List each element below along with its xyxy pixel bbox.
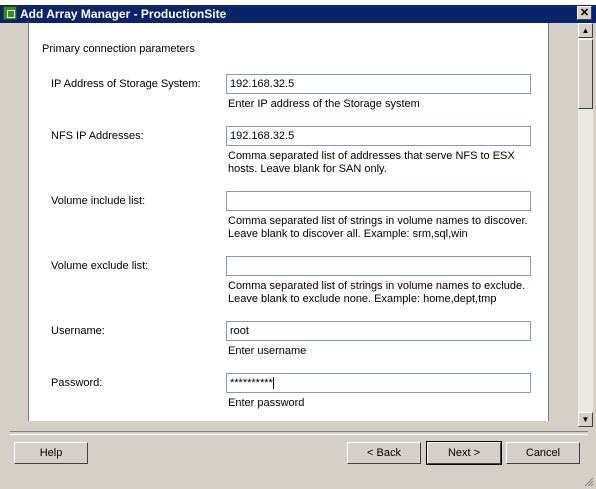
password-label: Password:	[51, 377, 103, 389]
ip-address-input[interactable]: 192.168.32.5	[226, 74, 531, 94]
vertical-scrollbar[interactable]: ▲ ▼	[578, 23, 593, 427]
password-hint: Enter password	[228, 397, 305, 409]
footer-divider	[10, 431, 588, 435]
nfs-ip-input[interactable]: 192.168.32.5	[226, 126, 531, 146]
app-icon	[3, 6, 17, 20]
volume-include-label: Volume include list:	[51, 195, 146, 207]
password-input[interactable]: **********	[226, 373, 531, 393]
scroll-down-icon[interactable]: ▼	[578, 412, 593, 427]
volume-exclude-label: Volume exclude list:	[51, 260, 149, 272]
back-button[interactable]: < Back	[347, 442, 421, 464]
username-input[interactable]: root	[226, 321, 531, 341]
scroll-thumb[interactable]	[578, 39, 593, 109]
volume-include-input[interactable]	[226, 191, 531, 211]
close-icon: ✕	[579, 7, 590, 19]
username-label: Username:	[51, 325, 105, 337]
window-title: Add Array Manager - ProductionSite	[20, 7, 227, 21]
nfs-ip-hint: Comma separated list of addresses that s…	[228, 150, 515, 175]
section-title: Primary connection parameters	[42, 43, 195, 55]
scroll-up-icon[interactable]: ▲	[578, 23, 593, 38]
next-button[interactable]: Next >	[426, 441, 502, 465]
volume-exclude-hint: Comma separated list of strings in volum…	[228, 280, 526, 305]
volume-exclude-input[interactable]	[226, 256, 531, 276]
close-button[interactable]: ✕	[577, 6, 592, 20]
ip-address-hint: Enter IP address of the Storage system	[228, 98, 420, 110]
help-button[interactable]: Help	[14, 442, 88, 464]
resize-grip-icon[interactable]	[584, 477, 594, 487]
nfs-ip-label: NFS IP Addresses:	[51, 130, 144, 142]
username-hint: Enter username	[228, 345, 307, 357]
ip-address-label: IP Address of Storage System:	[51, 78, 201, 90]
volume-include-hint: Comma separated list of strings in volum…	[228, 215, 528, 240]
title-bar: Add Array Manager - ProductionSite ✕	[0, 5, 596, 23]
cancel-button[interactable]: Cancel	[506, 442, 580, 464]
